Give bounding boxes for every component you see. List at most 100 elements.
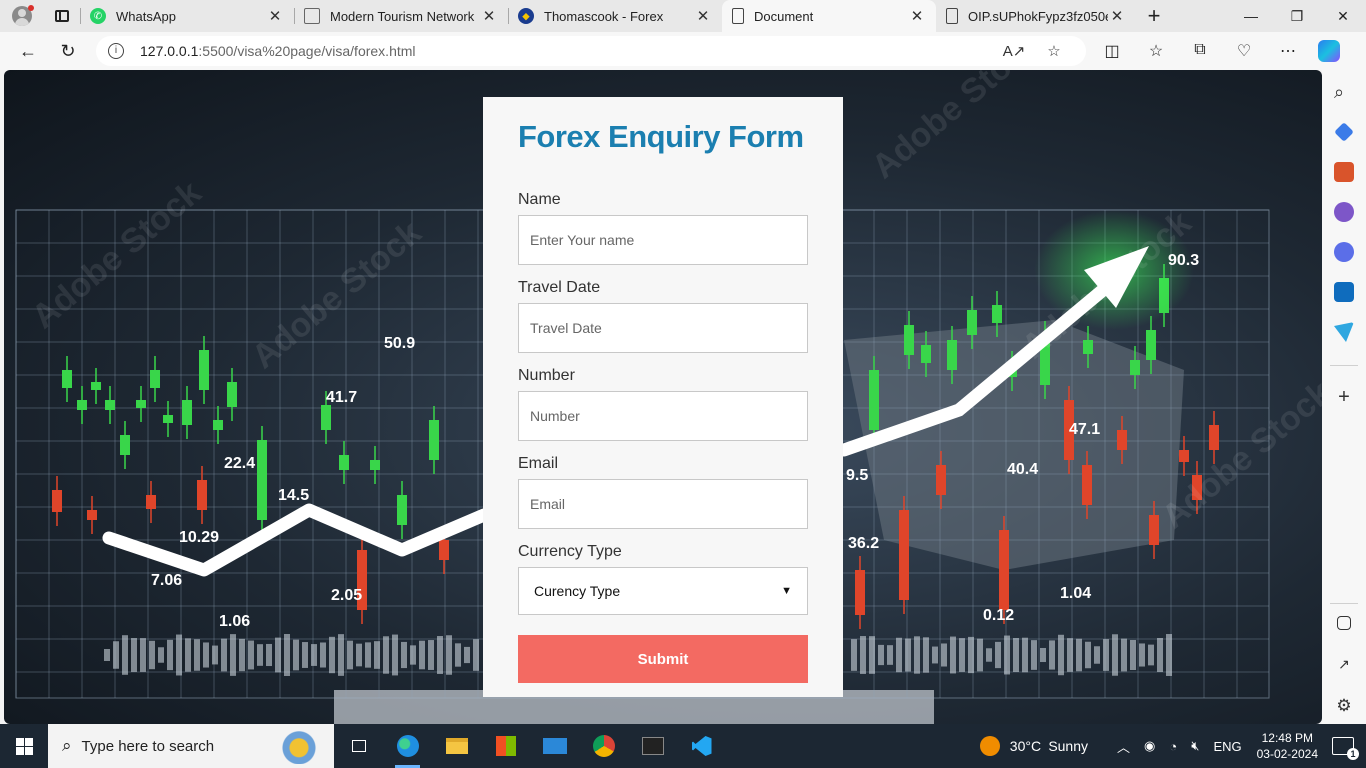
games-icon[interactable] (1334, 202, 1354, 222)
clock-date: 03-02-2024 (1256, 747, 1318, 761)
email-input[interactable]: Email (518, 479, 808, 529)
volume-bar (860, 636, 866, 674)
volume-bar (266, 643, 272, 667)
profile-button[interactable] (0, 0, 44, 32)
read-aloud-icon[interactable]: A↗ (994, 42, 1034, 60)
volume-bar (1049, 640, 1055, 670)
mail-icon[interactable] (530, 724, 579, 768)
candlestick (62, 356, 72, 402)
copilot-icon[interactable] (1318, 40, 1340, 62)
edge-sidebar: ⌕ + ↗ ⚙ (1322, 70, 1366, 724)
search-icon[interactable]: ⌕ (1334, 82, 1354, 102)
edge-taskbar-icon[interactable] (383, 724, 432, 768)
task-view-icon[interactable] (334, 724, 383, 768)
volume-bar (851, 639, 857, 671)
address-bar[interactable]: i 127.0.0.1:5500/visa%20page/visa/forex.… (96, 36, 1086, 66)
volume-bar (1058, 634, 1064, 676)
chevron-down-icon: ▼ (781, 585, 792, 597)
candlestick (163, 401, 173, 437)
meet-now-icon[interactable]: ◉ (1144, 738, 1155, 754)
number-input[interactable]: Number (518, 391, 808, 441)
close-icon[interactable]: ✕ (908, 7, 926, 25)
candlestick (357, 536, 367, 624)
volume-bar (167, 639, 173, 671)
collections-icon[interactable]: ⧉ (1178, 41, 1222, 61)
volume-bar (1067, 638, 1073, 672)
notification-center-icon[interactable]: 1 (1332, 737, 1359, 760)
volume-bar (383, 636, 389, 674)
back-icon[interactable]: ← (8, 32, 48, 70)
favorites-icon[interactable]: ☆ (1134, 41, 1178, 61)
travel-date-input[interactable]: Travel Date (518, 303, 808, 353)
close-icon[interactable]: ✕ (266, 7, 284, 25)
email-label: Email (518, 455, 559, 472)
shopping-tag-icon[interactable] (1334, 122, 1354, 142)
volume-bar (203, 642, 209, 668)
volume-bar (968, 636, 974, 674)
volume-bar (455, 643, 461, 667)
candlestick (257, 426, 267, 534)
close-icon[interactable]: ✕ (694, 7, 712, 25)
chrome-icon[interactable] (579, 724, 628, 768)
open-external-icon[interactable]: ↗ (1334, 656, 1354, 676)
clock[interactable]: 12:48 PM 03-02-2024 (1257, 730, 1318, 762)
settings-gear-icon[interactable]: ⚙ (1334, 696, 1354, 716)
start-button[interactable] (0, 724, 48, 768)
sidebar-panel-icon[interactable] (1337, 616, 1351, 630)
sun-icon (979, 736, 1000, 756)
name-input[interactable]: Enter Your name (518, 215, 808, 265)
weather-text: Sunny (1048, 738, 1089, 754)
drop-icon[interactable] (1334, 322, 1354, 342)
tab-thomascook[interactable]: ◆ Thomascook - Forex ✕ (508, 0, 722, 32)
language-indicator[interactable]: ENG (1213, 739, 1241, 754)
chart-value-label: 2.05 (331, 587, 362, 604)
volume-bar (401, 641, 407, 669)
tab-whatsapp[interactable]: ✆ WhatsApp ✕ (80, 0, 294, 32)
weather-widget[interactable]: 30°C Sunny (979, 736, 1089, 756)
volume-bar (1103, 639, 1109, 671)
terminal-icon[interactable] (628, 724, 677, 768)
currency-selected-value: Curency Type (534, 583, 621, 599)
close-icon[interactable]: ✕ (480, 7, 498, 25)
split-screen-icon[interactable]: ◫ (1090, 41, 1134, 61)
submit-button[interactable]: Submit (518, 635, 808, 683)
outlook-icon[interactable] (1334, 282, 1354, 302)
vscode-icon[interactable] (677, 724, 726, 768)
microsoft-store-icon[interactable] (481, 724, 530, 768)
chart-value-label: 7.06 (151, 572, 182, 589)
tab-title: OIP.sUPhokFypz3fz050e3MI (968, 8, 1108, 24)
favorite-star-icon[interactable]: ☆ (1034, 42, 1074, 60)
taskbar-search[interactable]: ⌕ Type here to search (48, 724, 334, 768)
new-tab-button[interactable]: + (1136, 3, 1172, 29)
chart-value-label: 14.5 (278, 487, 309, 504)
close-icon[interactable]: ✕ (1108, 7, 1126, 25)
tab-modern-tourism[interactable]: Modern Tourism Network ✕ (294, 0, 508, 32)
volume-bar (185, 638, 191, 672)
tab-oip[interactable]: OIP.sUPhokFypz3fz050e3MI ✕ (936, 0, 1136, 32)
browser-essentials-icon[interactable]: ♡ (1222, 41, 1266, 61)
minimize-icon[interactable]: — (1228, 8, 1274, 25)
info-icon[interactable]: i (108, 43, 124, 59)
add-icon[interactable]: + (1334, 386, 1354, 408)
close-window-icon[interactable]: ✕ (1320, 8, 1366, 25)
volume-bar (914, 636, 920, 674)
search-highlight-image (264, 728, 334, 764)
tab-actions-button[interactable] (44, 0, 80, 32)
form-title: Forex Enquiry Form (518, 119, 804, 154)
volume-bar (1076, 638, 1082, 672)
url-text[interactable]: 127.0.0.1:5500/visa%20page/visa/forex.ht… (140, 43, 994, 59)
microsoft-365-icon[interactable] (1334, 242, 1354, 262)
volume-muted-icon[interactable]: 🔇︎ (1191, 738, 1199, 754)
refresh-icon[interactable]: ↻ (48, 32, 88, 70)
file-explorer-icon[interactable] (432, 724, 481, 768)
currency-type-select[interactable]: Curency Type ▼ (518, 567, 808, 615)
volume-bar (311, 644, 317, 666)
volume-bar (374, 641, 380, 669)
wifi-icon[interactable]: ◔ (1169, 739, 1177, 754)
more-icon[interactable]: ⋯ (1266, 41, 1310, 61)
tab-document[interactable]: Document ✕ (722, 0, 936, 32)
volume-bar (392, 634, 398, 676)
tools-briefcase-icon[interactable] (1334, 162, 1354, 182)
restore-icon[interactable]: ❐ (1274, 8, 1320, 25)
chevron-up-icon[interactable]: ︿ (1117, 737, 1130, 756)
